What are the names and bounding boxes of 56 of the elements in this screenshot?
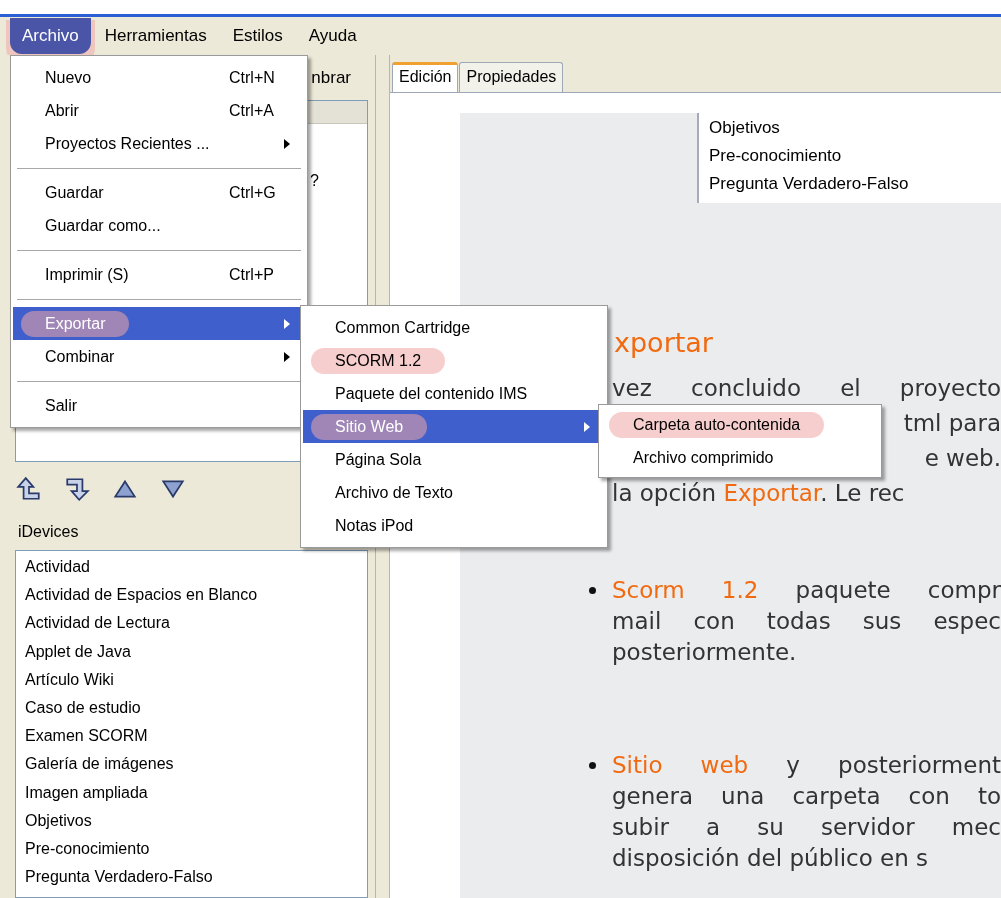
list-item[interactable]: Actividad [16,553,367,582]
menu-item[interactable]: Abrir Ctrl+A [13,94,305,127]
list-item[interactable]: Objetivos [16,806,367,835]
menu-item[interactable]: Archivo comprimido [601,441,879,474]
section-heading: xportar [613,326,714,360]
menu-bar-item[interactable]: Herramientas [92,18,219,54]
submenu-arrow-icon [583,420,591,433]
list-item[interactable]: Pregunta Verdadero-Falso [16,863,367,892]
menu-bar-item[interactable]: Ayuda [296,18,369,54]
menu-item[interactable]: SCORM 1.2 [303,344,605,377]
menu-item[interactable]: Imprimir (S) Ctrl+P [13,258,305,291]
text-line: mail con todas sus espec [612,607,1001,636]
list-item[interactable]: Artículo Wiki [16,665,367,694]
text-line: vez concluido el proyecto [612,374,1001,403]
menu-item[interactable]: Proyectos Recientes ... [13,127,305,160]
bent-arrow-up-icon[interactable] [16,476,42,502]
menu-bar-item[interactable]: Archivo [10,18,91,54]
toolbar-button[interactable]: nbrar [311,67,351,88]
list-item[interactable]: Applet de Java [16,637,367,666]
list-item[interactable]: Imagen ampliada [16,778,367,807]
menu-item[interactable]: Guardar Ctrl+G [13,176,305,209]
text-line: posteriormente. [612,638,798,667]
text-line: Scorm 1.2 paquete compr [612,576,1001,605]
tab[interactable]: Edición [392,62,459,92]
list-item[interactable]: Pre-conocimiento [16,834,367,864]
outline-item[interactable]: ? [310,172,319,192]
navigation-link[interactable]: Objetivos [709,114,991,142]
list-item[interactable]: Actividad de Espacios en Blanco [16,581,367,610]
text-line: tml para [903,409,1001,438]
list-item[interactable]: Galería de imágenes [16,750,367,779]
list-item[interactable]: Examen SCORM [16,722,367,751]
tab[interactable]: Propiedades [459,62,564,92]
list-item[interactable]: Actividad de Lectura [16,609,367,638]
text-line: la opción Exportar. Le rec [612,479,906,508]
text-line: subir a su servidor mec [612,813,1001,842]
menu-item[interactable]: Paquete del contenido IMS [303,377,605,410]
panel-title: iDevices [18,523,79,541]
menu-item[interactable]: Archivo de Texto [303,476,605,509]
menu-bar-item[interactable]: Estilos [220,18,295,54]
menu-item[interactable]: Guardar como... [13,209,305,242]
bent-arrow-down-icon[interactable] [64,476,90,502]
menu-item[interactable]: Notas iPod [303,509,605,542]
navigation-link[interactable]: Pre-conocimiento [709,142,991,170]
text-line: Sitio web y posteriorment [612,751,1001,780]
text-line: disposición del público en s [612,844,930,873]
text-line: e web. [924,444,1001,473]
bullet-icon [589,762,596,769]
submenu-arrow-icon [283,317,291,330]
menu-item[interactable]: Common Cartridge [303,311,605,344]
bullet-icon [589,587,596,594]
submenu-arrow-icon [283,137,291,150]
list-item[interactable]: Caso de estudio [16,693,367,723]
menu-item[interactable]: Nuevo Ctrl+N [13,61,305,94]
text-line: genera una carpeta con to [612,782,1001,811]
navigation-link[interactable]: Pregunta Verdadero-Falso [709,170,991,198]
submenu-arrow-icon [283,350,291,363]
